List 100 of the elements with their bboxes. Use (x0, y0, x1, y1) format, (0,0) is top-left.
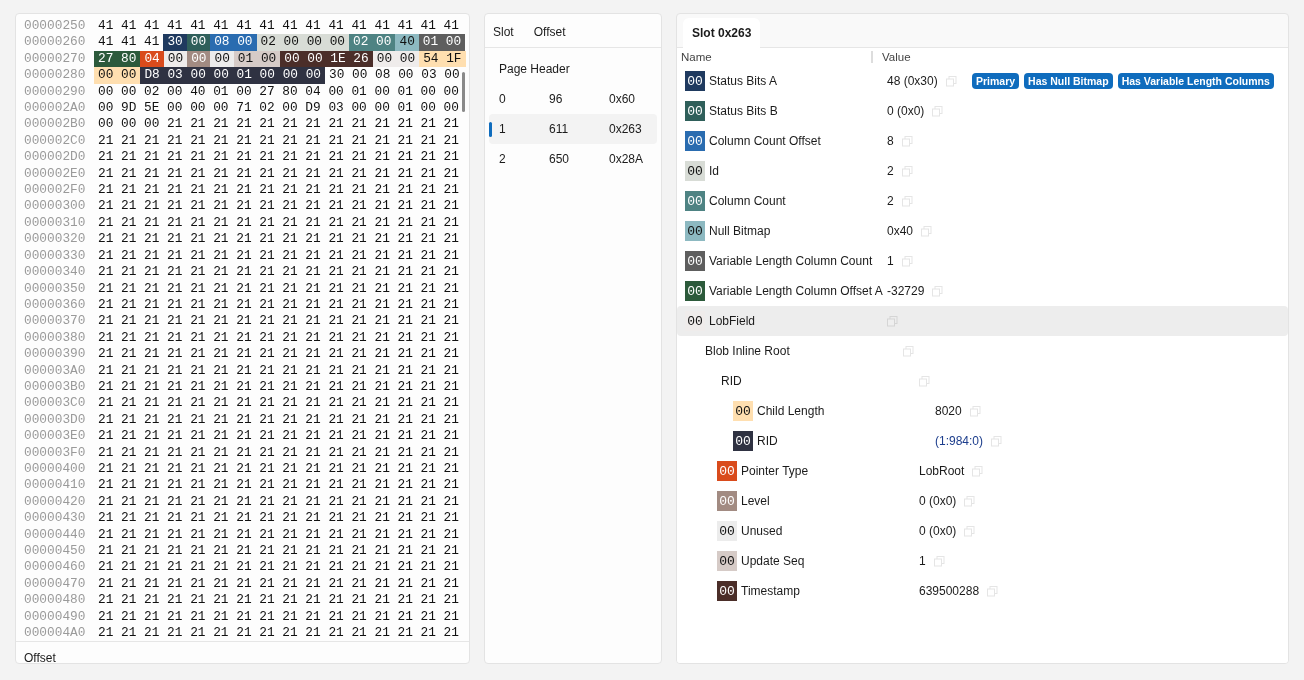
slot-offset-hex: 0x60 (609, 92, 637, 106)
row-offset: 00000390 (24, 346, 87, 363)
copy-icon[interactable] (964, 525, 976, 537)
row-offset: 000003C0 (24, 395, 87, 412)
copy-icon[interactable] (901, 255, 913, 267)
slot-label: Page Header (499, 62, 571, 76)
hex-bytes: 21 21 21 21 21 21 21 21 21 21 21 21 21 21 21 21 (97, 460, 460, 478)
field-badge: 00 (685, 221, 705, 241)
field-name: Column Count Offset (709, 134, 821, 148)
slot-row[interactable]: 0 96 0x60 (489, 84, 657, 114)
hex-bytes: 21 21 21 21 21 21 21 21 21 21 21 21 21 21 21 21 (97, 296, 460, 314)
field-name: Status Bits A (709, 74, 778, 88)
byte-highlight[interactable]: 01 00 (418, 34, 466, 51)
hex-bytes: 41 41 41 (97, 34, 161, 51)
field-value: 0 (0x0) (887, 104, 925, 118)
byte-highlight[interactable]: 00 (186, 34, 211, 51)
copy-icon[interactable] (932, 105, 944, 117)
row-offset: 00000250 (24, 18, 87, 35)
row-offset: 00000490 (24, 608, 87, 626)
hex-bytes: 21 21 21 21 21 21 21 21 21 21 21 21 21 21 21 21 (97, 428, 460, 445)
field-value: -32729 (887, 284, 925, 298)
copy-icon[interactable] (921, 225, 933, 237)
hex-bytes: 21 21 21 21 21 21 21 21 21 21 21 21 21 21 21 21 (97, 493, 460, 511)
slot-offset-hex: 0x28A (609, 152, 645, 166)
hex-bytes: 21 21 21 21 21 21 21 21 21 21 21 21 21 21 21 21 (97, 510, 460, 527)
row-offset: 00000440 (24, 526, 87, 543)
field-name: Update Seq (741, 554, 805, 568)
slot-tab[interactable]: Slot 0x263 (683, 18, 761, 48)
copy-icon[interactable] (987, 585, 999, 597)
hex-bytes: 21 21 21 21 21 21 21 21 21 21 21 21 21 21 21 21 (97, 149, 460, 166)
byte-highlight[interactable]: D8 03 00 00 01 00 00 00 (140, 67, 326, 84)
row-offset: 000002D0 (24, 149, 87, 166)
field-badge: 00 (733, 401, 753, 421)
slot-offset: 96 (549, 92, 564, 106)
field-badge: 00 (685, 71, 705, 91)
hex-bytes: 21 21 21 21 21 21 21 21 21 21 21 21 21 21 21 21 (97, 608, 460, 626)
copy-icon[interactable] (969, 405, 981, 417)
row-offset: 000002E0 (24, 165, 87, 183)
hex-bytes: 21 21 21 21 21 21 21 21 21 21 21 21 21 21 21 21 (97, 559, 460, 576)
byte-highlight[interactable]: 30 (163, 34, 187, 51)
field-badge: 00 (717, 551, 737, 571)
slot-row[interactable]: 2 650 0x28A (489, 144, 657, 174)
field-value: 0x40 (887, 224, 914, 238)
copy-icon[interactable] (901, 165, 913, 177)
field-name: Child Length (757, 404, 825, 418)
slot-offset: 611 (549, 122, 570, 136)
row-offset: 00000290 (24, 83, 87, 101)
value-link[interactable]: (1:984:0) (935, 434, 984, 448)
hex-bytes: 00 00 02 00 40 01 00 27 80 04 00 01 00 01 00 00 (97, 83, 460, 101)
field-value: 8 (887, 134, 894, 148)
copy-icon[interactable] (945, 75, 957, 87)
hex-bytes: 41 41 41 41 41 41 41 41 41 41 41 41 41 41 41 41 (97, 18, 460, 35)
copy-icon[interactable] (991, 435, 1003, 447)
byte-highlight[interactable]: 00 00 (94, 67, 141, 84)
row-offset: 000003A0 (24, 362, 87, 379)
field-badge: 00 (685, 191, 705, 211)
row-offset: 00000300 (24, 198, 87, 215)
byte-highlight[interactable]: 02 00 (349, 34, 396, 51)
field-badge: 00 (685, 131, 705, 151)
field-row[interactable]: 00 LobField (677, 306, 1288, 336)
slot-row[interactable]: Page Header (489, 54, 657, 84)
copy-icon[interactable] (901, 195, 913, 207)
byte-highlight[interactable]: 27 80 (94, 50, 141, 68)
row-offset: 00000450 (24, 543, 87, 560)
field-group-name: Blob Inline Root (704, 344, 790, 358)
row-offset: 00000370 (24, 313, 87, 330)
scrollbar-thumb[interactable] (462, 72, 465, 112)
copy-icon[interactable] (932, 285, 944, 297)
hex-bytes: 21 21 21 21 21 21 21 21 21 21 21 21 21 21 21 21 (97, 444, 460, 461)
column-header[interactable]: Value (873, 51, 911, 63)
row-offset: 000003B0 (24, 378, 87, 396)
copy-icon[interactable] (901, 135, 913, 147)
row-offset: 00000470 (24, 575, 87, 593)
copy-icon[interactable] (972, 465, 984, 477)
copy-icon[interactable] (964, 495, 976, 507)
slot-offset-hex: 0x263 (609, 122, 643, 136)
field-name: Null Bitmap (709, 224, 771, 238)
row-offset: 00000340 (24, 264, 87, 281)
column-header[interactable]: Name (677, 51, 873, 63)
hex-bytes: 21 21 21 21 21 21 21 21 21 21 21 21 21 21 21 21 (97, 313, 460, 330)
byte-highlight[interactable]: 40 (395, 34, 419, 51)
field-value: LobRoot (919, 464, 965, 478)
hex-bytes: 21 21 21 21 21 21 21 21 21 21 21 21 21 21 21 21 (97, 575, 460, 593)
byte-highlight[interactable]: 04 (140, 50, 164, 68)
slot-row[interactable]: 1 611 0x263 (489, 114, 657, 144)
byte-highlight[interactable]: 08 00 (210, 34, 257, 51)
field-name: Variable Length Column Offset A (709, 284, 883, 298)
byte-highlight[interactable]: 02 00 00 00 (256, 34, 350, 51)
field-name: Status Bits B (709, 104, 778, 118)
column-header[interactable]: Offset (533, 25, 566, 39)
copy-icon[interactable] (903, 345, 914, 357)
hex-bytes: 21 21 21 21 21 21 21 21 21 21 21 21 21 21 21 21 (97, 247, 460, 265)
hex-bytes: 30 00 08 00 03 00 (328, 67, 461, 84)
column-header[interactable]: Slot (493, 25, 514, 39)
field-value: 639500288 (919, 584, 980, 598)
copy-icon[interactable] (919, 375, 930, 387)
copy-icon[interactable] (933, 555, 945, 567)
row-offset: 000002C0 (24, 132, 87, 150)
hex-bytes: 21 21 21 21 21 21 21 21 21 21 21 21 21 21 21 21 (97, 592, 460, 609)
copy-icon[interactable] (887, 315, 898, 327)
